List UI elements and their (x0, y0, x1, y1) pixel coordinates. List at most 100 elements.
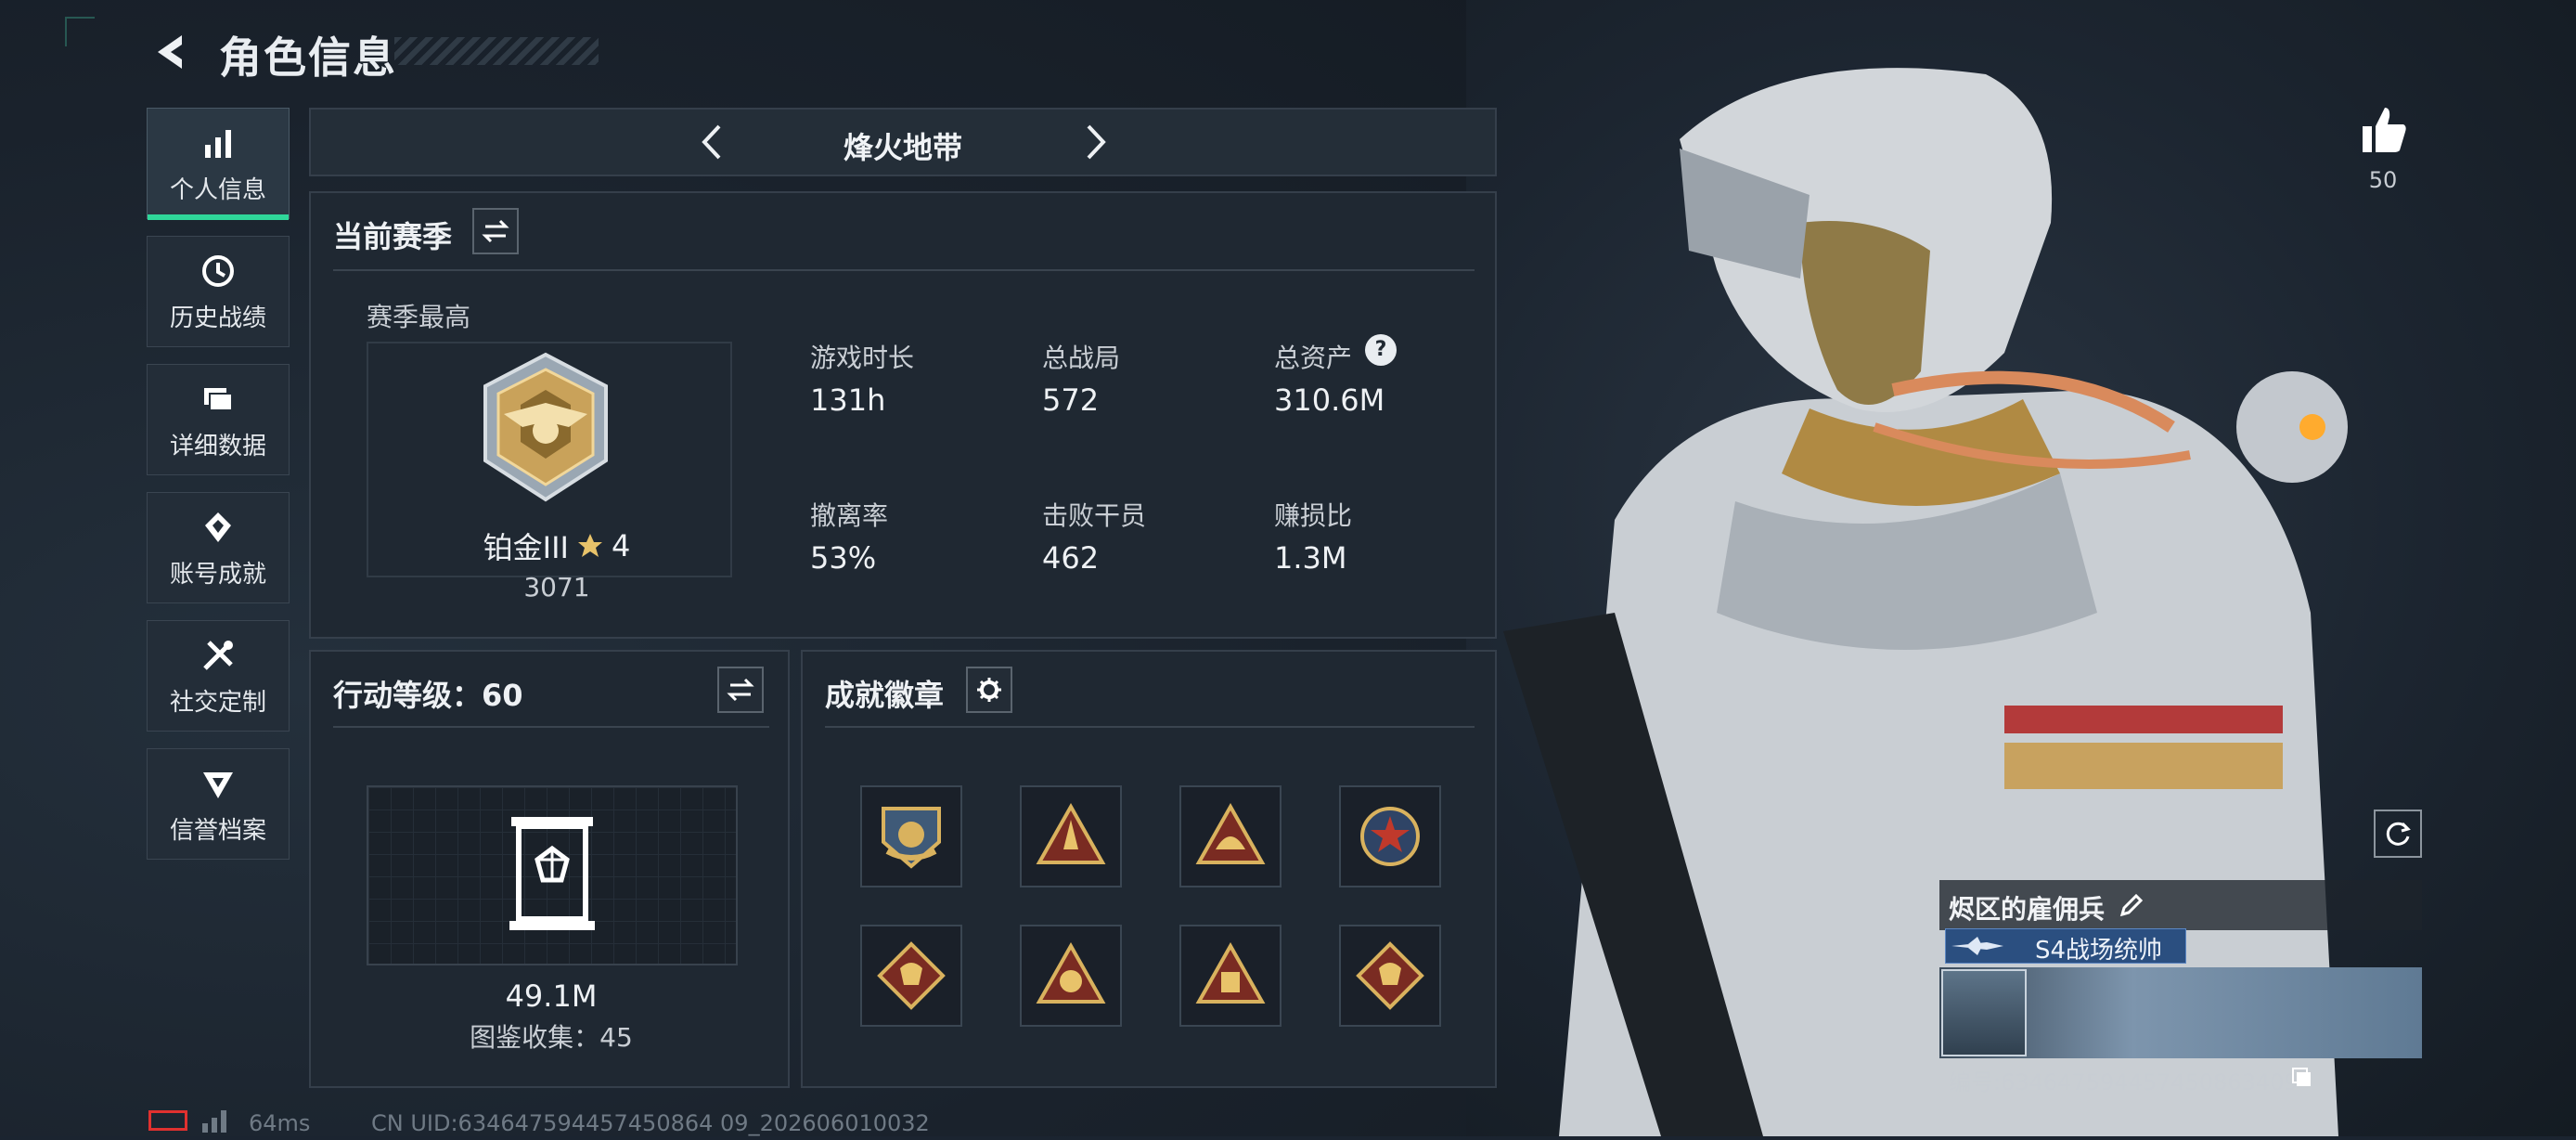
star-wreath-icon (1360, 807, 1420, 866)
ping-text: 64ms (249, 1110, 311, 1136)
action-level-switch-button[interactable] (717, 667, 764, 713)
refresh-icon (2386, 822, 2411, 846)
nav-item-personal-info[interactable]: 个人信息 (147, 108, 290, 220)
rank-emblem-icon (467, 349, 625, 507)
battery-icon (148, 1110, 187, 1131)
page-title: 角色信息 (219, 32, 397, 83)
credit-shield-icon (198, 763, 238, 804)
stat-value: 131h (810, 382, 886, 418)
nav-label: 社交定制 (169, 688, 266, 717)
chevron-right-icon (1087, 124, 1106, 160)
rank-stars: 4 (611, 528, 631, 564)
stat-value: 310.6M (1274, 382, 1385, 418)
rotate-button[interactable] (2374, 810, 2422, 858)
achievement-badge[interactable] (1179, 785, 1282, 887)
achievements-settings-button[interactable] (966, 667, 1012, 713)
helmet-triangle-icon (1195, 802, 1266, 864)
thumbs-up-icon (2363, 108, 2406, 152)
back-arrow-icon (158, 35, 182, 69)
title-badge-label: S4战场统帅 (2035, 937, 2163, 965)
nav-label: 信誉档案 (169, 816, 266, 845)
back-button[interactable] (147, 28, 195, 76)
mode-label: 烽火地带 (843, 130, 962, 165)
corner-decoration (65, 17, 95, 46)
copy-id-button[interactable] (2290, 1066, 2314, 1090)
gear-icon (977, 678, 1001, 702)
rank-name: 铂金III (483, 530, 569, 565)
season-switch-button[interactable] (472, 208, 519, 254)
player-name: 烬区的雇佣兵 (1949, 894, 2106, 925)
stat-value: 572 (1042, 382, 1100, 418)
season-title: 当前赛季 (333, 219, 453, 254)
swap-icon (482, 219, 509, 243)
stat-value: 1.3M (1274, 540, 1347, 576)
dragon-diamond-icon (877, 941, 946, 1010)
rank-score: 3071 (523, 572, 590, 602)
nav-label: 详细数据 (169, 432, 266, 460)
nav-label: 个人信息 (169, 175, 266, 204)
copy-icon (2292, 1068, 2311, 1086)
stat-value: 53% (810, 540, 877, 576)
achievements-panel: 成就徽章 (801, 650, 1497, 1088)
nav-item-credit[interactable]: 信誉档案 (147, 748, 290, 860)
action-level-title: 行动等级：60 (333, 678, 523, 713)
avatar[interactable] (1941, 969, 2027, 1056)
nav-item-social[interactable]: 社交定制 (147, 620, 290, 732)
star-icon (577, 534, 602, 557)
achievement-icon (198, 507, 238, 548)
stat-label: 游戏时长 (810, 343, 915, 373)
crate-triangle-icon (1195, 941, 1266, 1004)
title-badge[interactable]: S4战场统帅 (1945, 928, 2186, 965)
stat-label: 总战局 (1042, 343, 1121, 373)
fighter-jet-icon (1951, 937, 2003, 955)
divider (333, 269, 1475, 271)
signal-icon (202, 1110, 226, 1133)
stat-label: 总资产 (1274, 343, 1353, 373)
skull-triangle-icon (1036, 941, 1106, 1004)
achievement-badge[interactable] (1339, 925, 1441, 1027)
achievement-badge[interactable] (1020, 925, 1122, 1027)
like-button[interactable] (2355, 102, 2411, 158)
season-panel: 当前赛季 赛季最高 铂金III 4 3071 游戏时长 131h 总战局 572… (309, 191, 1497, 639)
dragon-diamond-icon (1356, 941, 1424, 1010)
nav-item-history[interactable]: 历史战绩 (147, 236, 290, 347)
nav-item-achievements[interactable]: 账号成就 (147, 492, 290, 603)
pencil-icon (2119, 893, 2144, 917)
bar-chart-icon (198, 123, 238, 163)
achievement-badge[interactable] (860, 785, 962, 887)
rocket-triangle-icon (1036, 802, 1106, 864)
title-decoration (394, 37, 599, 65)
rank-row: 铂金III 4 (469, 527, 645, 565)
history-clock-icon (198, 251, 238, 291)
squad-emblem-icon (882, 807, 941, 869)
collection-case-icon (509, 817, 595, 930)
nav-item-details[interactable]: 详细数据 (147, 364, 290, 475)
stat-label: 击败干员 (1042, 500, 1147, 531)
swap-icon (727, 678, 754, 702)
player-name-card: 烬区的雇佣兵 S4战场统帅 编号:634647594457450863409 (1939, 880, 2422, 1095)
achievements-title: 成就徽章 (825, 678, 945, 713)
stat-label: 赚损比 (1274, 500, 1353, 531)
achievement-badge[interactable] (860, 925, 962, 1027)
stat-value: 462 (1042, 540, 1100, 576)
tools-icon (198, 635, 238, 676)
uid-text: CN UID:634647594457450864 09_20260601003… (371, 1110, 930, 1136)
like-count: 50 (2368, 167, 2398, 193)
divider (333, 726, 769, 728)
player-id: 编号:634647594457450863409 (1949, 1069, 2299, 1095)
mode-selector: 烽火地带 (309, 108, 1497, 176)
nav-label: 账号成就 (169, 560, 266, 589)
collection-count: 图鉴收集：45 (470, 1022, 633, 1053)
achievement-badge[interactable] (1179, 925, 1282, 1027)
divider (825, 726, 1475, 728)
achievement-badge[interactable] (1339, 785, 1441, 887)
action-level-panel: 行动等级：60 49.1M 图鉴收集：45 (309, 650, 790, 1088)
collection-display[interactable] (367, 785, 738, 965)
achievement-badge[interactable] (1020, 785, 1122, 887)
nav-label: 历史战绩 (169, 304, 266, 332)
edit-name-button[interactable] (2118, 891, 2145, 919)
mode-next-button[interactable] (1072, 119, 1118, 165)
name-card-banner[interactable] (1939, 967, 2422, 1058)
help-icon[interactable]: ? (1365, 334, 1397, 366)
folder-icon (198, 379, 238, 420)
